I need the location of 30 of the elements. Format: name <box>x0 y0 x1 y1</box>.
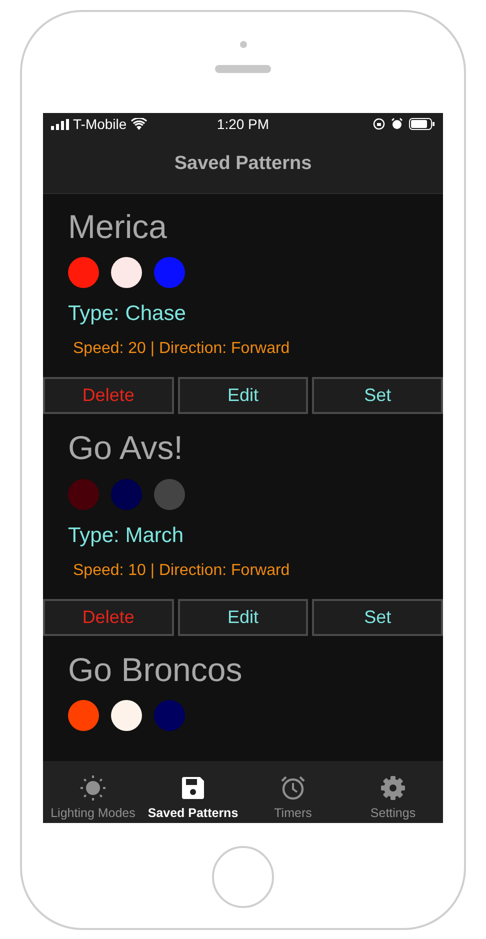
pattern-name: Merica <box>68 209 168 246</box>
pattern-details: Speed: 10 | Direction: Forward <box>73 562 291 580</box>
pattern-name: Go Broncos <box>68 652 244 688</box>
battery-icon <box>409 118 435 130</box>
set-button[interactable]: Set <box>312 377 443 414</box>
pattern-type: Type: March <box>68 524 185 548</box>
tab[interactable]: Timers <box>243 761 343 823</box>
delete-button[interactable]: Delete <box>43 598 174 636</box>
alarm-icon <box>391 118 403 130</box>
edit-button[interactable]: Edit <box>178 598 308 636</box>
pattern-type: Type: Chase <box>68 302 187 326</box>
pattern-details: Speed: 20 | Direction: Forward <box>73 340 291 358</box>
speaker-slot <box>215 65 271 73</box>
set-button[interactable]: Set <box>312 598 443 636</box>
camera-dot <box>240 41 246 48</box>
signal-icon <box>51 118 69 130</box>
page-title: Saved Patterns <box>174 153 312 175</box>
alarm-clock-icon <box>280 775 306 801</box>
edit-button[interactable]: Edit <box>178 377 308 414</box>
delete-button[interactable]: Delete <box>43 377 174 414</box>
rotation-lock-icon <box>373 118 385 130</box>
tab[interactable]: Saved Patterns <box>143 761 243 823</box>
tab[interactable]: Settings <box>343 761 443 823</box>
settings-icon <box>380 775 406 801</box>
clock-time: 1:20 PM <box>216 116 270 132</box>
tab[interactable]: Lighting Modes <box>43 761 143 823</box>
sun-icon <box>80 775 106 801</box>
wifi-icon <box>130 118 147 130</box>
pattern-name: Go Avs! <box>68 430 184 467</box>
carrier-name: T-Mobile <box>73 116 127 132</box>
